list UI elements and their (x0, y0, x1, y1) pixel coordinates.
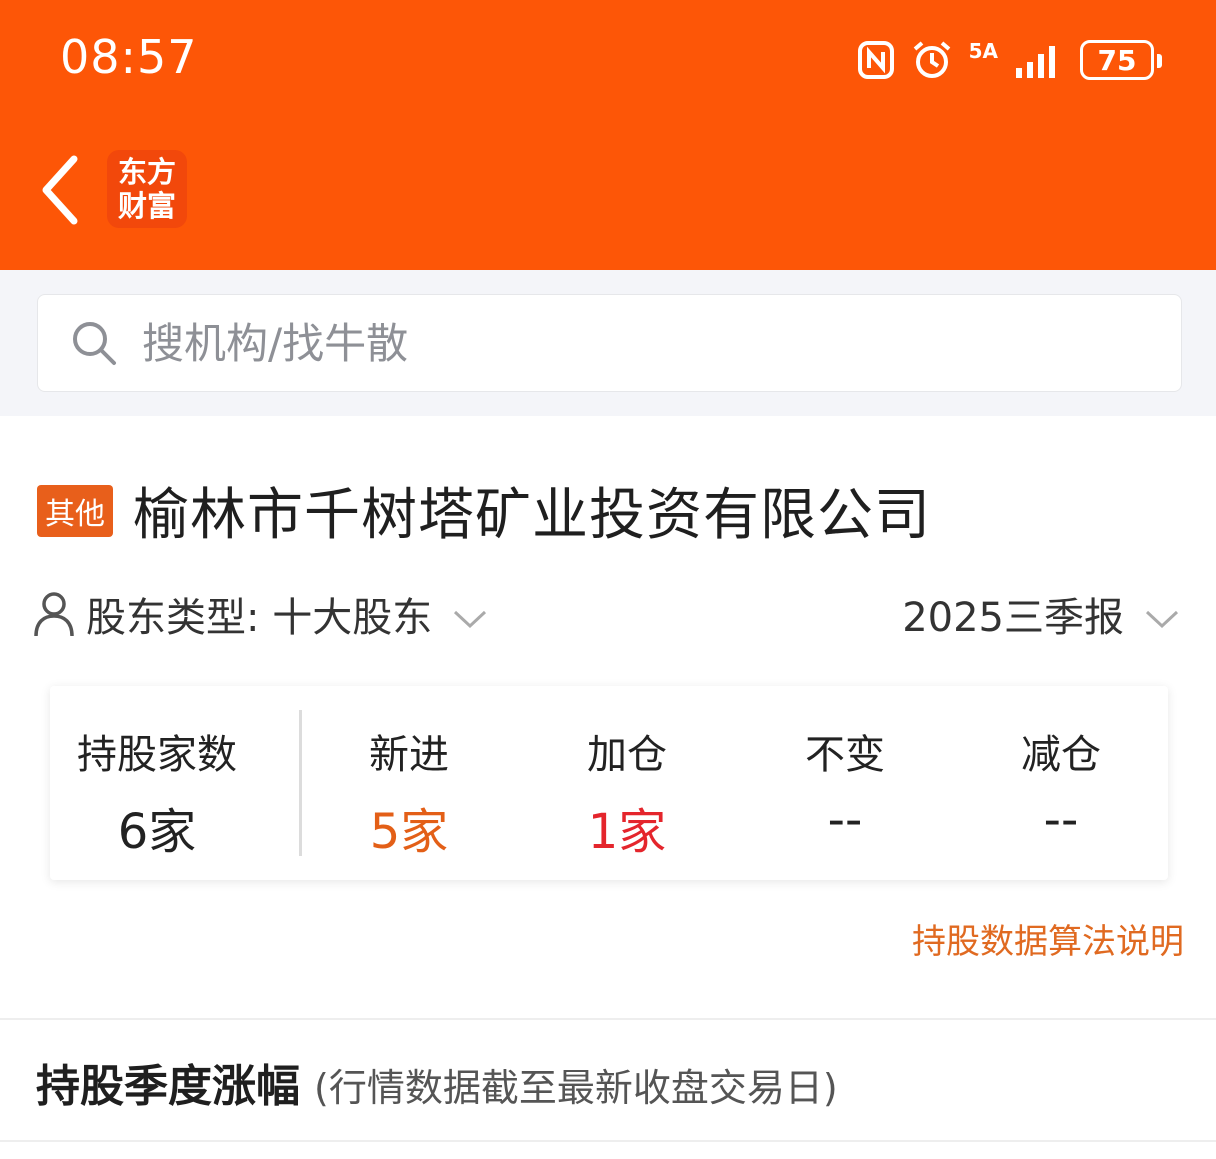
company-type-tag: 其他 (37, 484, 113, 537)
chevron-down-icon (1145, 610, 1179, 629)
alarm-icon (913, 41, 950, 78)
search-section (0, 270, 1216, 416)
stat-label: 新进 (369, 732, 449, 778)
search-input[interactable] (142, 318, 1042, 368)
holder-type-filter[interactable]: 股东类型: 十大股东 (32, 585, 488, 643)
stat-value: 1家 (587, 804, 667, 860)
divider (0, 1140, 1216, 1142)
network-type-text: 5A (968, 39, 998, 63)
network-label: 5A (969, 41, 998, 79)
algorithm-explain-link[interactable]: 持股数据算法说明 (912, 914, 1184, 963)
stat-label: 减仓 (1021, 732, 1101, 778)
battery-level: 75 (1097, 43, 1137, 77)
stat-holdings: 持股家数 6家 (50, 686, 264, 880)
section-header: 持股季度涨幅 (行情数据截至最新收盘交易日) (36, 1050, 838, 1114)
stat-decrease: 减仓 -- (952, 686, 1170, 880)
battery-tip (1157, 54, 1162, 68)
search-icon (73, 322, 116, 365)
app-screen: 08:57 5A 75 东方 财富 搜机构/找牛散 其他 榆林市千树塔矿业投资有… (0, 0, 1216, 1159)
section-note: (行情数据截至最新收盘交易日) (314, 1066, 838, 1110)
stat-label: 不变 (805, 732, 885, 778)
stat-unchanged: 不变 -- (736, 686, 954, 880)
stat-value: -- (1043, 792, 1079, 848)
stat-label: 持股家数 (77, 732, 237, 778)
stat-value: -- (827, 792, 863, 848)
back-button[interactable] (30, 150, 90, 230)
company-title-row: 其他 榆林市千树塔矿业投资有限公司 (37, 470, 931, 551)
holding-stats-card: 持股家数 6家 新进 5家 加仓 1家 不变 -- 减仓 -- (50, 686, 1168, 880)
person-icon (34, 592, 74, 637)
battery-icon: 75 (1080, 40, 1162, 80)
stat-increase: 加仓 1家 (518, 686, 736, 880)
back-arrow-icon (42, 155, 78, 225)
stat-value: 5家 (369, 804, 449, 860)
nfc-icon (857, 41, 894, 79)
chevron-down-icon (454, 610, 487, 629)
period-label: 2025三季报 (902, 595, 1124, 641)
stat-value: 6家 (117, 804, 197, 860)
logo-line1: 东方 (117, 155, 176, 189)
period-filter[interactable]: 2025三季报 (902, 585, 1180, 643)
company-name: 榆林市千树塔矿业投资有限公司 (133, 483, 931, 548)
divider (0, 1018, 1216, 1020)
holder-type-label: 股东类型: 十大股东 (86, 595, 433, 641)
search-box[interactable] (37, 294, 1182, 392)
stat-new: 新进 5家 (300, 686, 518, 880)
logo-line2: 财富 (117, 189, 176, 223)
app-logo: 东方 财富 (107, 150, 187, 228)
header-bar: 08:57 5A 75 东方 财富 (0, 0, 1216, 270)
stat-label: 加仓 (587, 732, 667, 778)
signal-icon (1016, 46, 1055, 78)
status-time: 08:57 (60, 30, 198, 84)
status-icons: 5A 75 (857, 38, 1162, 82)
section-title: 持股季度涨幅 (36, 1061, 300, 1112)
